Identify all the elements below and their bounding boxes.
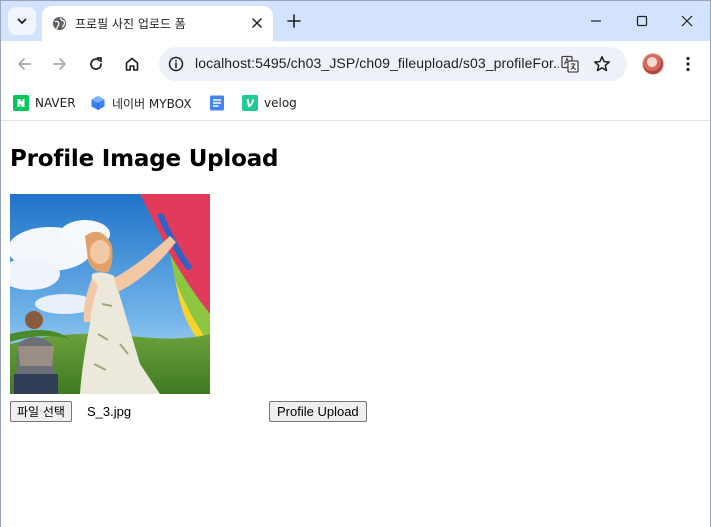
active-tab[interactable]: 프로필 사진 업로드 폼: [42, 6, 273, 41]
page-title: Profile Image Upload: [10, 146, 279, 172]
browser-toolbar: localhost:5495/ch03_JSP/ch09_fileupload/…: [1, 41, 710, 87]
page-content: Profile Image Upload 파일 선택 S_3.jpg Profi…: [1, 122, 710, 527]
tab-strip: 프로필 사진 업로드 폼: [1, 1, 710, 41]
close-window-button[interactable]: [664, 6, 710, 36]
bookmarks-bar: NAVER 네이버 MYBOX velog: [1, 87, 710, 121]
reload-icon: [90, 57, 102, 70]
maximize-icon: [636, 15, 648, 27]
choose-file-button[interactable]: 파일 선택: [10, 401, 72, 422]
address-bar[interactable]: localhost:5495/ch03_JSP/ch09_fileupload/…: [159, 47, 627, 81]
browser-window: 프로필 사진 업로드 폼 localhost:5495/ch03_JSP/ch0…: [0, 0, 711, 527]
bookmark-label: velog: [264, 96, 297, 110]
reload-button[interactable]: [84, 52, 108, 76]
home-button[interactable]: [120, 52, 144, 76]
bookmark-label: NAVER: [35, 96, 76, 110]
docs-icon: [209, 95, 225, 111]
bookmark-docs[interactable]: [209, 93, 231, 113]
maximize-button[interactable]: [619, 6, 665, 36]
globe-icon: [51, 16, 67, 32]
profile-upload-button[interactable]: Profile Upload: [269, 401, 367, 422]
browser-menu-button[interactable]: [677, 53, 699, 75]
bookmark-naver[interactable]: NAVER: [13, 93, 76, 113]
url-text: localhost:5495/ch03_JSP/ch09_fileupload/…: [195, 55, 559, 71]
tab-close-icon[interactable]: [249, 15, 265, 31]
new-tab-button[interactable]: [283, 10, 305, 32]
back-arrow-icon: [18, 58, 31, 70]
bookmark-star-icon[interactable]: [592, 54, 612, 74]
back-button[interactable]: [12, 52, 36, 76]
bookmark-label: 네이버 MYBOX: [112, 96, 192, 111]
close-icon: [681, 15, 693, 27]
tab-title: 프로필 사진 업로드 폼: [75, 17, 186, 31]
minimize-button[interactable]: [573, 6, 619, 36]
profile-avatar[interactable]: [642, 53, 664, 75]
velog-icon: [242, 95, 258, 111]
site-info-icon[interactable]: [166, 54, 186, 74]
chevron-down-icon: [17, 18, 27, 24]
home-icon: [125, 57, 139, 71]
plus-icon: [287, 14, 301, 28]
forward-button[interactable]: [48, 52, 72, 76]
kebab-menu-icon: [686, 56, 690, 72]
selected-file-name: S_3.jpg: [87, 404, 132, 419]
naver-icon: [13, 95, 29, 111]
mybox-icon: [90, 95, 106, 111]
minimize-icon: [591, 20, 601, 22]
translate-icon[interactable]: [560, 54, 580, 74]
bookmark-velog[interactable]: velog: [242, 93, 297, 113]
profile-image: [10, 194, 210, 394]
bookmark-mybox[interactable]: 네이버 MYBOX: [90, 93, 192, 113]
tab-search-button[interactable]: [8, 7, 36, 35]
forward-arrow-icon: [53, 58, 66, 70]
